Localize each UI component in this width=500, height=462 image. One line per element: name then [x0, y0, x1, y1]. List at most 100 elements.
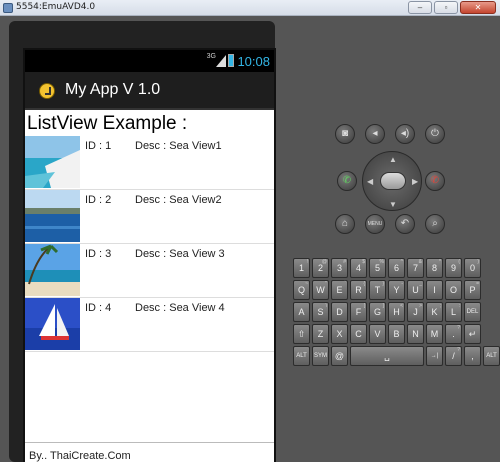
call-icon[interactable] — [337, 171, 357, 191]
key-c[interactable]: C — [350, 324, 367, 344]
key-9[interactable]: 9( — [445, 258, 462, 278]
key-p[interactable]: P = — [464, 280, 481, 300]
key-comma[interactable]: , — [464, 346, 481, 366]
sea-view-4-image — [25, 298, 80, 350]
key-h[interactable]: H < — [388, 302, 405, 322]
keyboard-row-3: A S \ D F[ G] H < J > K; L: DEL — [293, 302, 481, 322]
dpad-up-icon[interactable]: ▲ — [389, 155, 397, 164]
keyboard-row-1: 1! 2 @ 3 # 4 $ 5% 6 ^ 7 & 8 * 9( 0) — [293, 258, 481, 278]
dpad-right-icon[interactable]: ▶ — [412, 177, 418, 186]
list-item[interactable]: ID : 4 Desc : Sea View 4 — [25, 298, 274, 352]
list-item[interactable]: ID : 2 Desc : Sea View2 — [25, 190, 274, 244]
dpad-down-icon[interactable]: ▼ — [389, 200, 397, 209]
key-m[interactable]: M — [426, 324, 443, 344]
keyboard-row-2: Q ~ W " E ` R{ T} Y- U _ I O P = — [293, 280, 481, 300]
key-w[interactable]: W " — [312, 280, 329, 300]
key-a[interactable]: A — [293, 302, 310, 322]
key-x[interactable]: X — [331, 324, 348, 344]
status-clock: 10:08 — [237, 54, 270, 69]
list-item[interactable]: ID : 1 Desc : Sea View1 — [25, 136, 274, 190]
device-screen[interactable]: 3G 10:08 My App V 1.0 ListView Example : — [23, 48, 276, 462]
key-u[interactable]: U _ — [407, 280, 424, 300]
home-icon[interactable]: ⌂ — [335, 214, 355, 234]
key-l[interactable]: L: — [445, 302, 462, 322]
power-icon[interactable]: ⏻ — [425, 124, 445, 144]
key-shift[interactable]: ⇧ — [293, 324, 310, 344]
key-0[interactable]: 0) — [464, 258, 481, 278]
emulator-controls: ◙ ◂ ◂) ⏻ ▲ ▼ ◀ ▶ ⌂ MENU ↶ ⌕ 1! 2@ 3# 4$ … — [285, 16, 500, 462]
key-3[interactable]: 3 # — [331, 258, 348, 278]
item-desc: Desc : Sea View2 — [135, 194, 222, 206]
key-alt-right[interactable]: ALT — [483, 346, 500, 366]
key-7[interactable]: 7 & — [407, 258, 424, 278]
maximize-button[interactable]: ▫ — [434, 1, 458, 14]
key-period[interactable]: .? — [445, 324, 462, 344]
status-bar: 3G 10:08 — [25, 50, 274, 72]
key-4[interactable]: 4 $ — [350, 258, 367, 278]
key-b[interactable]: B — [388, 324, 405, 344]
item-desc: Desc : Sea View1 — [135, 140, 222, 152]
key-g[interactable]: G] — [369, 302, 386, 322]
key-f[interactable]: F[ — [350, 302, 367, 322]
minimize-button[interactable]: ‒ — [408, 1, 432, 14]
volume-up-icon[interactable]: ◂) — [395, 124, 415, 144]
key-i[interactable]: I — [426, 280, 443, 300]
sea-view-1-image — [25, 136, 80, 188]
key-e[interactable]: E ` — [331, 280, 348, 300]
key-sym[interactable]: SYM — [312, 346, 329, 366]
close-button[interactable]: ✕ — [460, 1, 496, 14]
key-1[interactable]: 1! — [293, 258, 310, 278]
key-enter[interactable]: ↵ — [464, 324, 481, 344]
camera-icon[interactable]: ◙ — [335, 124, 355, 144]
list-header: ListView Example : — [27, 113, 188, 134]
key-at[interactable]: @ — [331, 346, 348, 366]
hardware-keyboard: 1! 2 @ 3 # 4 $ 5% 6 ^ 7 & 8 * 9( 0) Q ~ W " E ` R… — [293, 258, 500, 368]
window-controls: ‒ ▫ ✕ — [408, 1, 496, 14]
sea-view-3-image — [25, 244, 80, 296]
key-5[interactable]: 5% — [369, 258, 386, 278]
list-view[interactable]: ID : 1 Desc : Sea View1 ID : 2 Desc : Se… — [25, 136, 274, 352]
key-8[interactable]: 8 * — [426, 258, 443, 278]
dpad-center-button[interactable] — [380, 172, 406, 190]
key-v[interactable]: V — [369, 324, 386, 344]
key-d[interactable]: D — [331, 302, 348, 322]
key-k[interactable]: K; — [426, 302, 443, 322]
network-type: 3G — [206, 53, 216, 60]
key-j[interactable]: J > — [407, 302, 424, 322]
dpad-left-icon[interactable]: ◀ — [367, 177, 373, 186]
item-desc: Desc : Sea View 4 — [135, 302, 225, 314]
item-id: ID : 2 — [85, 194, 112, 206]
key-t[interactable]: T} — [369, 280, 386, 300]
footer-text: By.. ThaiCreate.Com — [25, 442, 274, 462]
key-alt-left[interactable]: ALT — [293, 346, 310, 366]
key-n[interactable]: N — [407, 324, 424, 344]
key-slash[interactable]: /? — [445, 346, 462, 366]
action-bar: My App V 1.0 — [25, 72, 274, 110]
search-icon[interactable]: ⌕ — [425, 214, 445, 234]
key-y[interactable]: Y- — [388, 280, 405, 300]
item-id: ID : 1 — [85, 140, 112, 152]
key-q[interactable]: Q ~ — [293, 280, 310, 300]
window-titlebar: 5554:EmuAVD4.0 ‒ ▫ ✕ — [0, 0, 500, 16]
end-call-icon[interactable] — [425, 171, 445, 191]
signal-icon — [216, 55, 226, 67]
key-6[interactable]: 6 ^ — [388, 258, 405, 278]
list-item[interactable]: ID : 3 Desc : Sea View 3 — [25, 244, 274, 298]
key-r[interactable]: R{ — [350, 280, 367, 300]
key-del[interactable]: DEL — [464, 302, 481, 322]
app-title: My App V 1.0 — [65, 81, 161, 98]
app-logo-icon[interactable] — [39, 83, 55, 99]
key-s[interactable]: S \ — [312, 302, 329, 322]
key-z[interactable]: Z — [312, 324, 329, 344]
item-desc: Desc : Sea View 3 — [135, 248, 225, 260]
emulator-body: 3G 10:08 My App V 1.0 ListView Example : — [0, 16, 500, 462]
menu-button[interactable]: MENU — [365, 214, 385, 234]
key-space[interactable]: ␣ — [350, 346, 424, 366]
key-o[interactable]: O — [445, 280, 462, 300]
key-2[interactable]: 2 @ — [312, 258, 329, 278]
dpad[interactable]: ▲ ▼ ◀ ▶ — [362, 151, 422, 211]
back-icon[interactable]: ↶ — [395, 214, 415, 234]
key-tab[interactable]: →| — [426, 346, 443, 366]
keyboard-row-5: ALT SYM @ ␣ →| /? , ALT — [293, 346, 500, 366]
volume-down-icon[interactable]: ◂ — [365, 124, 385, 144]
